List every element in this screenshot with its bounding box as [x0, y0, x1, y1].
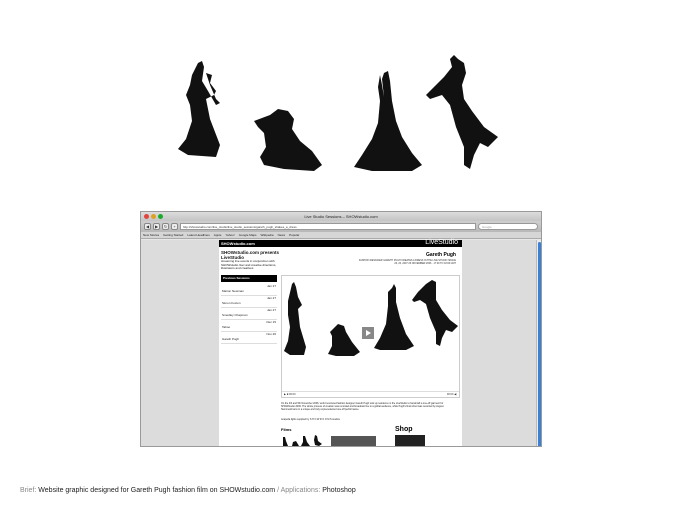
address-bar[interactable]: http://showstudio.com/live_studio/live_s…: [180, 223, 476, 230]
session-date: Jan 27: [266, 284, 276, 288]
browser-viewport: SHOWstudio.com LiveStudio SHOWstudio.com…: [141, 239, 541, 447]
video-silhouette-3: [374, 284, 414, 350]
zoom-icon[interactable]: [158, 214, 163, 219]
list-item[interactable]: Jan 27 Marion Newman: [221, 284, 277, 296]
window-titlebar: Live Studio Sessions – SHOWstudio.com: [141, 212, 541, 221]
video-player[interactable]: ▶ ■ 00:00 00:00 ◀): [281, 275, 460, 398]
session-name: Simon Foxton: [222, 301, 241, 305]
bookmark-item[interactable]: Google Maps: [239, 233, 257, 237]
play-icon[interactable]: [362, 327, 374, 339]
vertical-scrollbar[interactable]: [536, 240, 541, 446]
video-silhouette-1: [284, 282, 306, 355]
film-thumb-process[interactable]: [331, 436, 376, 446]
session-date: Jan 27: [266, 296, 276, 300]
session-name: Marion Newman: [222, 289, 244, 293]
list-item[interactable]: Nov 26 Gareth Pugh: [221, 332, 277, 344]
scrollbar-thumb[interactable]: [538, 242, 541, 446]
brief-caption: Brief: Website graphic designed for Gare…: [20, 487, 356, 494]
reload-icon[interactable]: ↻: [162, 223, 169, 230]
previous-sessions-list: Jan 27 Marion Newman Jan 27 Simon Foxton…: [221, 284, 277, 344]
livestudio-title: LiveStudio: [425, 239, 458, 246]
bookmark-item[interactable]: Latest Headlines: [187, 233, 209, 237]
session-name: Taboo: [222, 325, 231, 329]
feature-subtitle: FASHION DESIGNER GARETH PUGH CREATES A D…: [346, 259, 456, 265]
video-silhouette-2: [328, 324, 360, 356]
bookmark-item[interactable]: News: [278, 233, 286, 237]
search-input[interactable]: Google: [478, 223, 538, 230]
session-date: Jan 27: [266, 308, 276, 312]
credits-text: Acapella lights supplied by S H O W R O …: [281, 418, 340, 421]
bookmark-item[interactable]: Apple: [214, 233, 222, 237]
silhouette-4: [426, 55, 498, 169]
list-item[interactable]: Jan 27 Simon Foxton: [221, 296, 277, 308]
hero-dancer-silhouettes: [178, 55, 498, 171]
feature-title: Gareth Pugh: [425, 252, 456, 258]
time-elapsed[interactable]: ▶ ■ 00:00: [284, 393, 296, 396]
bookmark-item[interactable]: Getting Started: [163, 233, 183, 237]
player-controls: ▶ ■ 00:00 00:00 ◀): [282, 391, 459, 397]
description-text: On the 4th and 5th November 2006, world …: [281, 402, 444, 411]
applications-text: Photoshop: [322, 487, 356, 494]
presents-block: SHOWstudio.com presents LiveStudio strea…: [221, 250, 281, 271]
silhouette-1: [178, 61, 220, 157]
time-total[interactable]: 00:00 ◀): [447, 393, 457, 396]
web-page: SHOWstudio.com LiveStudio SHOWstudio.com…: [219, 239, 462, 447]
bookmarks-bar: New Stories Getting Started Latest Headl…: [141, 232, 541, 239]
browser-toolbar: ◀ ▶ ↻ + http://showstudio.com/live_studi…: [141, 221, 541, 232]
site-logo[interactable]: SHOWstudio.com: [221, 241, 255, 246]
session-name: Smedley Chapman: [222, 313, 248, 317]
film-thumb-performance[interactable]: [281, 434, 326, 447]
list-item[interactable]: Dec 15 Taboo: [221, 320, 277, 332]
films-label: Films: [281, 427, 292, 432]
window-title: Live Studio Sessions – SHOWstudio.com: [304, 214, 378, 219]
caption-separator: /: [277, 487, 280, 494]
presents-body: streaming live events in conjunction wit…: [221, 259, 277, 271]
video-silhouette-4: [412, 280, 458, 346]
session-name: Gareth Pugh: [222, 337, 240, 341]
brief-label: Brief:: [20, 487, 37, 494]
time-elapsed-text: 00:00: [289, 393, 296, 396]
shop-thumbnail[interactable]: [395, 435, 425, 446]
feature-date: 26, 20, 2007 26 NOVEMBER 2006 · 17:00 TO…: [394, 262, 456, 265]
forward-icon[interactable]: ▶: [153, 223, 160, 230]
bookmark-item[interactable]: Popular: [289, 233, 299, 237]
previous-sessions-header: Previous Sessions: [221, 275, 277, 282]
session-date: Nov 26: [266, 332, 276, 336]
close-icon[interactable]: [144, 214, 149, 219]
minimize-icon[interactable]: [151, 214, 156, 219]
bookmark-item[interactable]: Yahoo!: [225, 233, 234, 237]
applications-label: Applications:: [280, 487, 321, 494]
session-date: Dec 15: [266, 320, 276, 324]
shop-label: Shop: [395, 426, 413, 433]
add-bookmark-icon[interactable]: +: [171, 223, 178, 230]
silhouette-2: [254, 109, 322, 171]
browser-window: Live Studio Sessions – SHOWstudio.com ◀ …: [140, 211, 542, 447]
brief-text: Website graphic designed for Gareth Pugh…: [38, 487, 276, 494]
site-header: SHOWstudio.com LiveStudio: [219, 239, 462, 247]
back-icon[interactable]: ◀: [144, 223, 151, 230]
bookmark-item[interactable]: Wikipedia: [261, 233, 274, 237]
silhouette-3: [354, 71, 422, 171]
list-item[interactable]: Jan 27 Smedley Chapman: [221, 308, 277, 320]
bookmark-item[interactable]: New Stories: [143, 233, 159, 237]
